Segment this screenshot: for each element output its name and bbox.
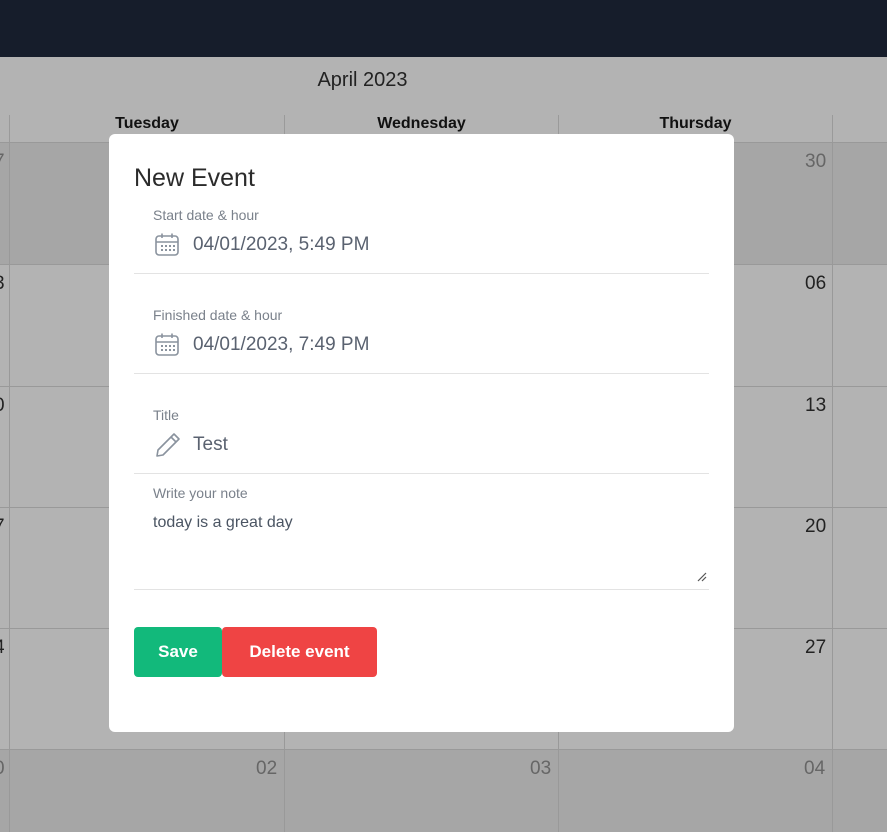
title-input[interactable]: Test: [193, 434, 228, 456]
start-date-field[interactable]: Start date & hour 04/01/2023, 5:49 PM: [134, 204, 709, 274]
delete-event-button[interactable]: Delete event: [222, 627, 377, 677]
title-label: Title: [153, 407, 179, 423]
resize-handle-icon[interactable]: [697, 569, 707, 587]
pencil-icon: [154, 431, 182, 464]
end-date-value[interactable]: 04/01/2023, 7:49 PM: [193, 334, 369, 356]
start-date-label: Start date & hour: [153, 207, 259, 223]
title-field[interactable]: Title Test: [134, 404, 709, 474]
end-date-label: Finished date & hour: [153, 307, 283, 323]
save-button[interactable]: Save: [134, 627, 222, 677]
note-field[interactable]: Write your note today is a great day: [134, 484, 709, 590]
note-label: Write your note: [153, 485, 248, 501]
start-date-value[interactable]: 04/01/2023, 5:49 PM: [193, 234, 369, 256]
calendar-icon: [154, 332, 180, 363]
modal-title: New Event: [134, 164, 255, 192]
end-date-field[interactable]: Finished date & hour 04/01/2023, 7:49 PM: [134, 304, 709, 374]
note-textarea[interactable]: today is a great day: [153, 514, 293, 532]
new-event-modal: New Event Start date & hour 04/01/2023, …: [109, 134, 734, 732]
calendar-icon: [154, 232, 180, 263]
